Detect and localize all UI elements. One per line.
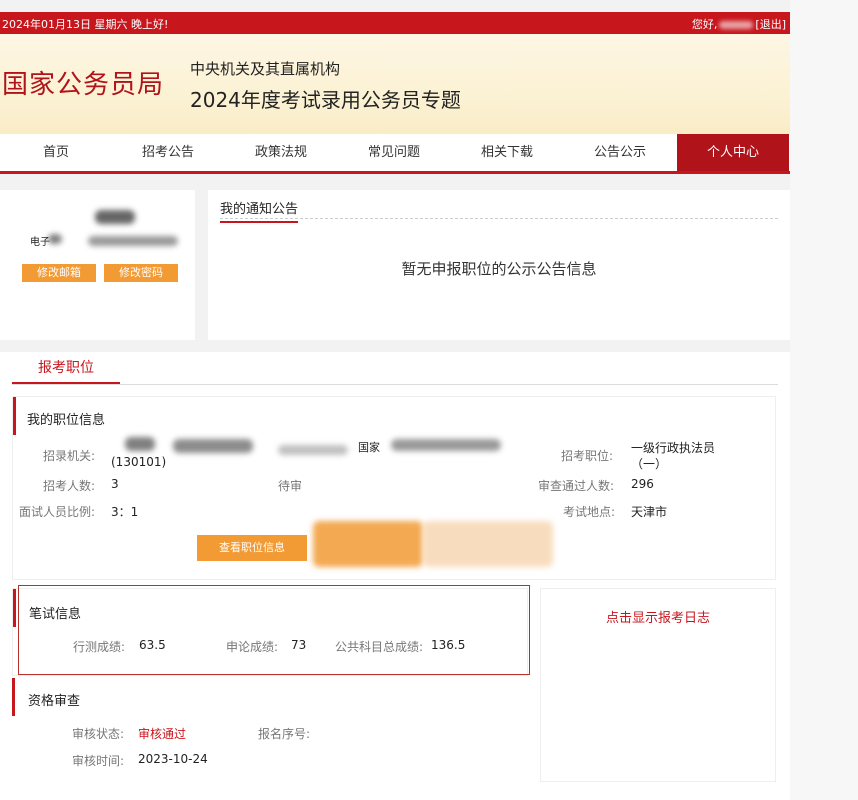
qualification-title: 资格审查: [28, 694, 81, 709]
highlight-box: [18, 585, 530, 675]
location-value: 天津市: [631, 505, 668, 519]
agency-redacted: [125, 437, 155, 451]
nav-item-personal-center[interactable]: 个人中心: [677, 134, 789, 171]
banner-subtitle: 中央机关及其直属机构: [190, 60, 341, 78]
agency-redacted: [391, 439, 501, 451]
post-value-line2: （一）: [631, 457, 668, 471]
user-greeting: 您好, [退出]: [692, 16, 786, 32]
log-panel: 点击显示报考日志: [540, 588, 776, 782]
position-info-panel: 我的职位信息 招录机关: (130101) 国家 招考职位: 一级行政执法员 （…: [12, 396, 776, 580]
logout-link[interactable]: [退出]: [755, 18, 786, 31]
post-value: 一级行政执法员: [631, 441, 716, 455]
status-value: 审核通过: [138, 727, 187, 741]
section-accent: [13, 397, 16, 435]
nav-item-notices[interactable]: 公告公示: [564, 134, 676, 171]
agency-code: (130101): [111, 455, 167, 469]
nav-item-downloads[interactable]: 相关下载: [451, 134, 563, 171]
notice-empty-message: 暂无申报职位的公示公告信息: [401, 260, 597, 278]
date-text: 2024年01月13日 星期六 晚上好!: [2, 18, 169, 31]
change-email-button[interactable]: 修改邮箱: [22, 264, 96, 282]
time-label: 审核时间:: [72, 754, 125, 768]
banner-title: 2024年度考试录用公务员专题: [190, 88, 461, 112]
view-position-button[interactable]: 查看职位信息: [197, 535, 307, 561]
section-accent: [13, 589, 16, 627]
avatar-redacted: [95, 210, 135, 224]
nav-item-announcements[interactable]: 招考公告: [112, 134, 224, 171]
header-banner: 国家公务员局 中央机关及其直属机构 2024年度考试录用公务员专题: [0, 34, 790, 134]
page: 2024年01月13日 星期六 晚上好! 您好, [退出] 国家公务员局 中央机关…: [0, 0, 790, 800]
email-redacted: [88, 236, 178, 246]
greeting-text: 您好,: [691, 18, 718, 31]
redacted-block: [313, 521, 423, 567]
redacted-block: [48, 234, 62, 244]
pending-label: 待审: [278, 479, 303, 493]
nav-item-faq[interactable]: 常见问题: [338, 134, 450, 171]
qualification-panel: 资格审查 审核状态: 审核通过 报名序号: 审核时间: 2023-10-24: [12, 678, 528, 792]
location-label: 考试地点:: [563, 505, 616, 519]
tab-registration[interactable]: 报考职位: [12, 352, 120, 384]
agency-label: 招录机关:: [43, 449, 96, 463]
section-accent: [12, 678, 15, 716]
approved-label: 审查通过人数:: [538, 479, 615, 493]
show-log-link[interactable]: 点击显示报考日志: [541, 607, 775, 626]
divider: [12, 384, 778, 385]
agency-redacted: [173, 439, 253, 453]
position-info-title: 我的职位信息: [27, 413, 106, 428]
redacted-block: [423, 521, 553, 567]
nav-item-home[interactable]: 首页: [0, 134, 112, 171]
nav-item-policies[interactable]: 政策法规: [225, 134, 337, 171]
time-value: 2023-10-24: [138, 752, 208, 766]
notice-card: 我的通知公告 暂无申报职位的公示公告信息: [208, 190, 790, 340]
right-gutter: [790, 0, 858, 800]
post-label: 招考职位:: [561, 449, 614, 463]
count-value: 3: [111, 477, 119, 491]
ratio-label: 面试人员比例:: [19, 505, 96, 519]
change-password-button[interactable]: 修改密码: [104, 264, 178, 282]
agency-partial: 国家: [358, 441, 380, 454]
approved-value: 296: [631, 477, 654, 491]
divider: [220, 218, 778, 219]
ratio-value: 3：1: [111, 505, 139, 519]
username-redacted: [719, 21, 754, 29]
count-label: 招考人数:: [43, 479, 96, 493]
site-logo-title[interactable]: 国家公务员局: [2, 64, 164, 101]
registration-card: 报考职位 我的职位信息 招录机关: (130101) 国家 招考职位: 一级行政…: [0, 352, 790, 800]
main-nav: 首页 招考公告 政策法规 常见问题 相关下载 公告公示 个人中心: [0, 134, 790, 174]
top-bar: 2024年01月13日 星期六 晚上好! 您好, [退出]: [0, 12, 790, 34]
status-label: 审核状态:: [72, 727, 125, 741]
notice-heading[interactable]: 我的通知公告: [220, 198, 299, 223]
seq-label: 报名序号:: [258, 727, 311, 741]
email-label: 电子: [30, 237, 50, 248]
profile-card: 电子 修改邮箱 修改密码: [0, 190, 195, 340]
agency-redacted: [278, 445, 348, 455]
